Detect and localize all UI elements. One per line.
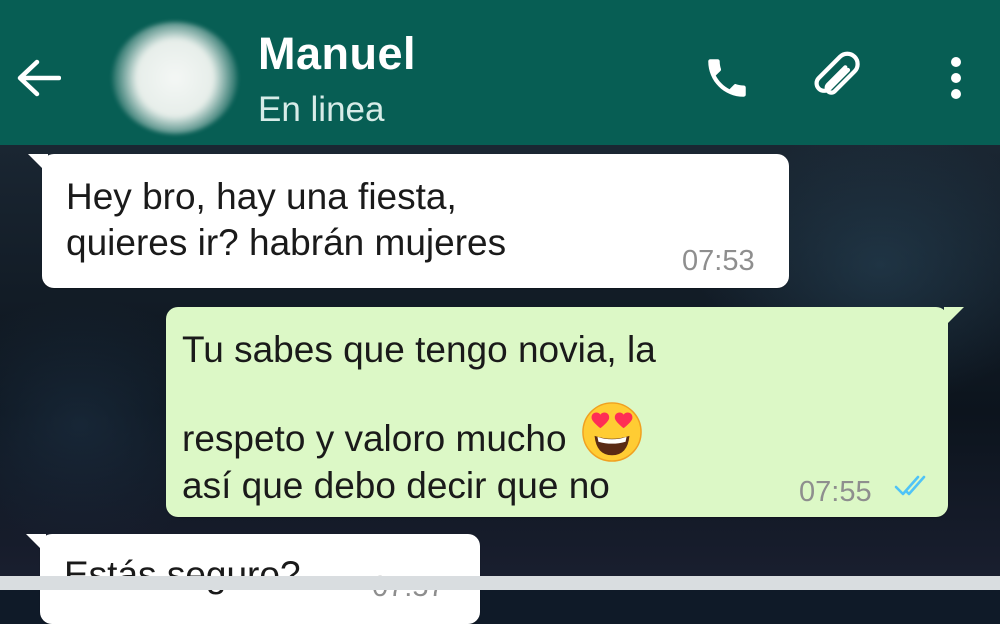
more-vert-icon bbox=[951, 57, 961, 99]
message-time: 07:55 bbox=[799, 476, 872, 508]
bottom-edge bbox=[0, 576, 1000, 590]
chat-header: Manuel En linea bbox=[0, 0, 1000, 145]
back-button[interactable] bbox=[10, 50, 66, 106]
attach-button[interactable] bbox=[810, 48, 870, 108]
message-time: 07:53 bbox=[682, 245, 755, 277]
back-arrow-icon bbox=[17, 59, 61, 97]
message-bubble-incoming[interactable]: Hey bro, hay una fiesta, quieres ir? hab… bbox=[28, 154, 789, 288]
message-text: quieres ir? habrán mujeres bbox=[66, 222, 507, 263]
call-button[interactable] bbox=[697, 48, 757, 108]
phone-icon bbox=[708, 59, 746, 97]
message-text: así que debo decir que no bbox=[182, 465, 610, 506]
more-options-button[interactable] bbox=[928, 48, 984, 108]
message-text: Tu sabes que tengo novia, la bbox=[182, 329, 656, 370]
avatar[interactable] bbox=[112, 22, 238, 134]
message-text: respeto y valoro mucho bbox=[182, 418, 567, 459]
message-text: Hey bro, hay una fiesta, bbox=[66, 176, 457, 217]
message-bubble-outgoing[interactable]: Tu sabes que tengo novia, la respeto y v… bbox=[166, 307, 964, 517]
paperclip-icon bbox=[814, 51, 860, 95]
contact-status: En linea bbox=[258, 90, 385, 129]
heart-eyes-emoji-icon bbox=[582, 402, 642, 462]
contact-name[interactable]: Manuel bbox=[258, 28, 416, 80]
message-text: Estás seguro? bbox=[64, 554, 301, 595]
double-check-read-icon bbox=[894, 475, 926, 496]
